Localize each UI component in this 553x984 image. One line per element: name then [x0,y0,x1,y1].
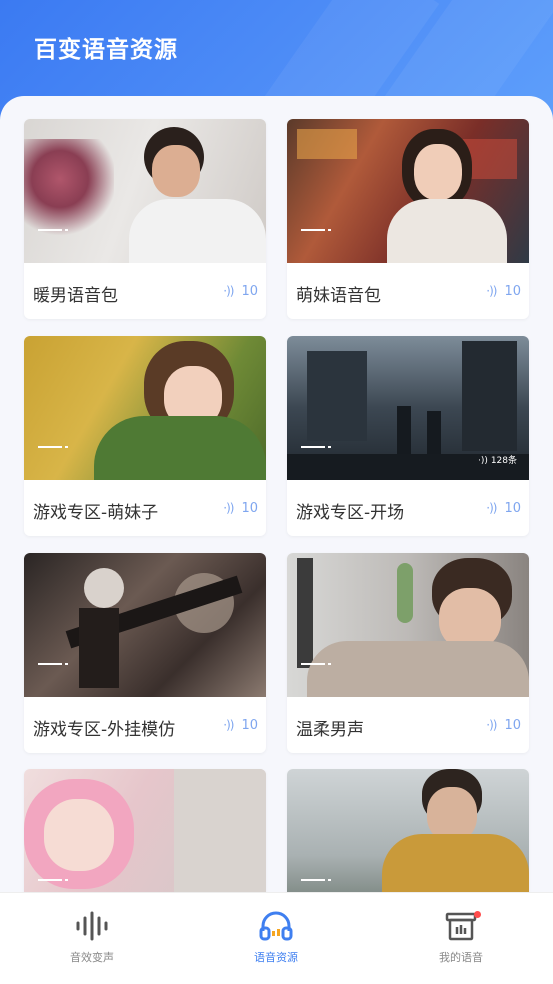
voice-pack-card[interactable]: 暖男语音包 ·)) 10 [24,119,266,319]
sound-icon: ·)) [486,284,497,298]
tab-label: 语音资源 [254,951,298,964]
card-count: ·)) 10 [486,501,521,516]
notification-dot [474,911,481,918]
card-title: 游戏专区-开场 [296,503,405,523]
voice-pack-thumbnail [24,553,266,697]
card-count: ·)) 10 [486,718,521,733]
bottom-tab-bar: 音效变声 语音资源 我的语音 [0,892,553,984]
tab-sound-effects[interactable]: 音效变声 [22,911,162,965]
sound-icon: ·)) [223,501,234,515]
tab-label: 音效变声 [70,951,114,964]
item-count-badge: ·)) 128条 [478,456,517,466]
voice-pack-card[interactable] [24,769,266,896]
voice-pack-card[interactable] [287,769,529,896]
voice-pack-card[interactable]: 温柔男声 ·)) 10 [287,553,529,753]
card-title: 游戏专区-萌妹子 [33,503,159,523]
sound-icon: ·)) [223,284,234,298]
voice-pack-thumbnail [24,769,266,896]
sound-icon: ·)) [223,718,234,732]
voice-pack-card[interactable]: ·)) 128条 游戏专区-开场 ·)) 10 [287,336,529,536]
voice-pack-card[interactable]: 游戏专区-萌妹子 ·)) 10 [24,336,266,536]
voice-pack-card[interactable]: 游戏专区-外挂模仿 ·)) 10 [24,553,266,753]
card-count: ·)) 10 [223,284,258,299]
content-sheet: 暖男语音包 ·)) 10 萌妹语音包 ·)) 10 游戏专区-萌妹子 ·)) 1… [0,96,553,896]
tab-voice-resources[interactable]: 语音资源 [206,911,346,965]
card-title: 暖男语音包 [33,286,118,306]
card-count: ·)) 10 [223,718,258,733]
voice-pack-thumbnail [287,119,529,263]
waveform-icon [76,911,108,941]
voice-pack-thumbnail [24,336,266,480]
voice-pack-thumbnail: ·)) 128条 [287,336,529,480]
page-title: 百变语音资源 [34,37,178,63]
card-title: 游戏专区-外挂模仿 [33,720,176,740]
headphones-icon [259,911,293,941]
tab-label: 我的语音 [439,951,483,964]
card-title: 温柔男声 [296,720,364,740]
card-title: 萌妹语音包 [296,286,381,306]
my-voice-icon [445,912,477,941]
voice-pack-thumbnail [287,769,529,896]
sound-icon: ·)) [486,718,497,732]
voice-pack-thumbnail [24,119,266,263]
sound-icon: ·)) [478,456,491,466]
card-count: ·)) 10 [486,284,521,299]
tab-my-voice[interactable]: 我的语音 [391,911,531,965]
voice-pack-card[interactable]: 萌妹语音包 ·)) 10 [287,119,529,319]
voice-pack-thumbnail [287,553,529,697]
sound-icon: ·)) [486,501,497,515]
card-count: ·)) 10 [223,501,258,516]
